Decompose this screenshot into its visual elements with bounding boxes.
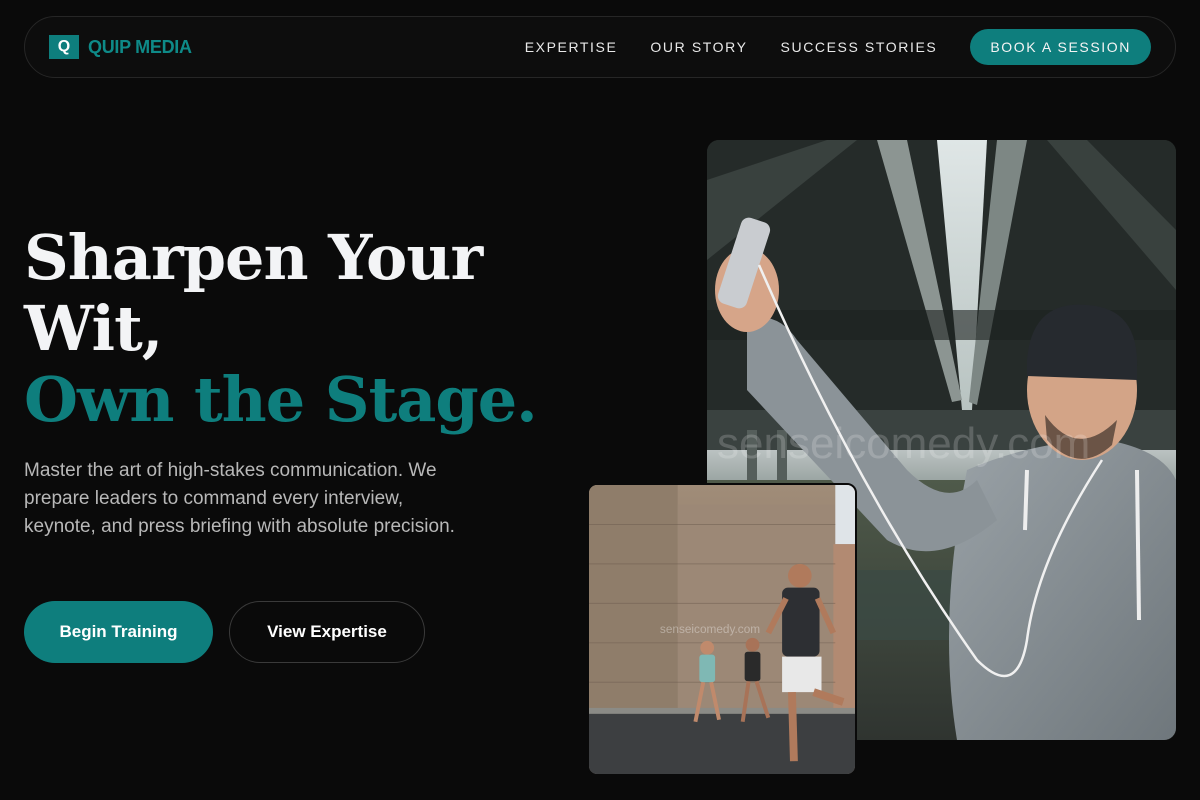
nav-link-success-stories[interactable]: SUCCESS STORIES bbox=[781, 39, 938, 55]
hero-title-line3: Own the Stage. bbox=[24, 363, 538, 436]
begin-training-button[interactable]: Begin Training bbox=[24, 601, 213, 663]
logo-mark-icon: Q bbox=[49, 35, 79, 59]
hero-title-line1: Sharpen Your bbox=[24, 221, 483, 294]
hero-subtitle: Master the art of high-stakes communicat… bbox=[24, 460, 455, 537]
nav-link-expertise[interactable]: EXPERTISE bbox=[525, 39, 618, 55]
nav-link-our-story[interactable]: OUR STORY bbox=[650, 39, 747, 55]
runners-photo-illustration: senseicomedy.com bbox=[589, 485, 855, 774]
hero-photo-runners: senseicomedy.com bbox=[587, 483, 857, 776]
brand-name: QUIP MEDIA bbox=[88, 36, 192, 57]
nav-links: EXPERTISE OUR STORY SUCCESS STORIES BOOK… bbox=[525, 29, 1151, 65]
top-navbar: Q QUIP MEDIA EXPERTISE OUR STORY SUCCESS… bbox=[24, 16, 1176, 78]
watermark-main: senseicomedy.com bbox=[717, 419, 1090, 468]
hero-title: Sharpen Your Wit, Own the Stage. bbox=[24, 222, 584, 435]
view-expertise-button[interactable]: View Expertise bbox=[229, 601, 425, 663]
book-session-button[interactable]: BOOK A SESSION bbox=[970, 29, 1151, 65]
hero-title-line2: Wit, bbox=[24, 292, 163, 365]
watermark-small: senseicomedy.com bbox=[660, 622, 760, 636]
brand-logo[interactable]: Q QUIP MEDIA bbox=[49, 35, 192, 59]
